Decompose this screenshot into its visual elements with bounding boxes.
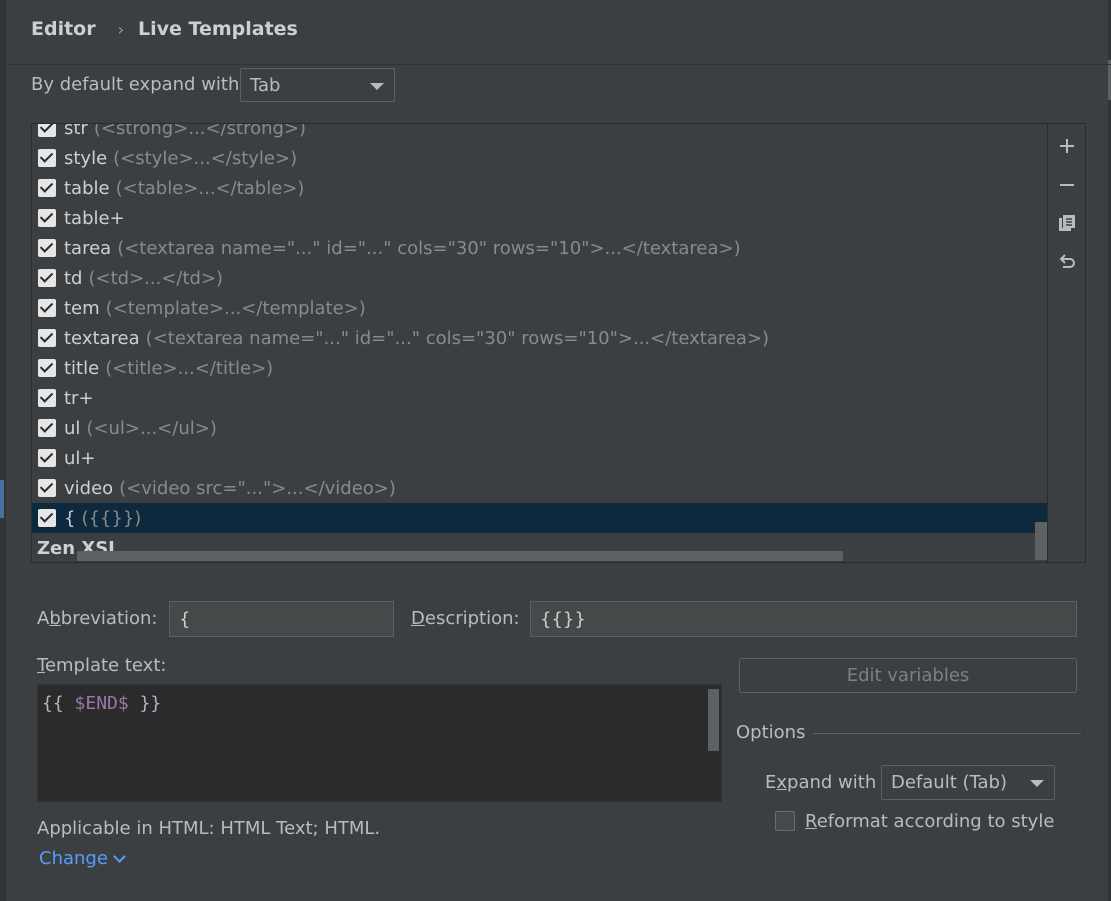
copy-button[interactable] [1048, 208, 1086, 238]
template-abbreviation: tr+ [64, 387, 94, 409]
abbreviation-input[interactable]: { [169, 601, 394, 637]
list-item[interactable]: ul+ [32, 443, 1047, 473]
reformat-checkbox[interactable] [775, 811, 795, 831]
list-item[interactable]: textarea (<textarea name="..." id="..." … [32, 323, 1047, 353]
restore-button[interactable] [1048, 247, 1086, 277]
template-abbreviation: video [64, 477, 114, 499]
breadcrumb: Editor › Live Templates [31, 18, 298, 40]
template-description: (<textarea name="..." id="..." cols="30"… [145, 327, 770, 349]
header-divider [0, 64, 1111, 65]
description-input[interactable]: {{}} [530, 601, 1077, 637]
template-description: (<table>...</table>) [115, 177, 305, 199]
breadcrumb-separator-icon: › [117, 19, 125, 39]
list-item[interactable]: style (<style>...</style>) [32, 143, 1047, 173]
dropdown-arrow-icon [1030, 780, 1044, 787]
undo-icon [1059, 254, 1075, 268]
template-abbreviation: style [64, 147, 108, 169]
enabled-checkbox[interactable] [38, 179, 56, 197]
template-description: (<template>...</template>) [105, 297, 366, 319]
template-list[interactable]: str (<strong>...</strong>) style (<style… [31, 123, 1048, 563]
abbreviation-label: Abbreviation: [37, 608, 158, 629]
minus-icon [1060, 184, 1074, 186]
template-description: ({{}}) [81, 507, 142, 529]
gutter-marker [0, 480, 4, 518]
list-item-selected[interactable]: { ({{}}) [32, 503, 1047, 533]
chevron-down-icon [113, 849, 126, 863]
plus-icon [1060, 139, 1074, 153]
list-item[interactable]: video (<video src="...">...</video>) [32, 473, 1047, 503]
breadcrumb-current: Live Templates [138, 18, 298, 40]
expand-with-label: Expand with [765, 772, 877, 793]
template-abbreviation: table [64, 177, 110, 199]
enabled-checkbox[interactable] [38, 269, 56, 287]
template-abbreviation: tarea [64, 237, 112, 259]
list-item[interactable]: tem (<template>...</template>) [32, 293, 1047, 323]
enabled-checkbox[interactable] [38, 149, 56, 167]
remove-button[interactable] [1048, 170, 1086, 200]
enabled-checkbox[interactable] [38, 509, 56, 527]
list-toolbar [1048, 123, 1086, 563]
template-abbreviation: tem [64, 297, 100, 319]
list-item[interactable]: ul (<ul>...</ul>) [32, 413, 1047, 443]
enabled-checkbox[interactable] [38, 389, 56, 407]
default-expand-value: Tab [250, 74, 281, 96]
enabled-checkbox[interactable] [38, 329, 56, 347]
template-description: (<strong>...</strong>) [93, 123, 307, 139]
template-text-label: Template text: [37, 655, 167, 676]
list-item[interactable]: str (<strong>...</strong>) [32, 123, 1047, 143]
enabled-checkbox[interactable] [38, 239, 56, 257]
applicable-contexts-text: Applicable in HTML: HTML Text; HTML. [37, 818, 381, 839]
vertical-scroll-thumb[interactable] [1035, 522, 1047, 560]
edit-variables-button[interactable]: Edit variables [739, 658, 1077, 693]
list-item[interactable]: tr+ [32, 383, 1047, 413]
list-item[interactable]: td (<td>...</td>) [32, 263, 1047, 293]
editor-scroll-thumb[interactable] [708, 689, 719, 751]
enabled-checkbox[interactable] [38, 419, 56, 437]
options-heading: Options [736, 722, 806, 743]
expand-with-value: Default (Tab) [891, 772, 1008, 793]
template-abbreviation: textarea [64, 327, 140, 349]
template-abbreviation: ul [64, 417, 81, 439]
dropdown-arrow-icon [370, 83, 384, 90]
left-gutter [0, 0, 6, 901]
template-description: (<td>...</td>) [88, 267, 224, 289]
change-contexts-link[interactable]: Change [39, 848, 126, 869]
enabled-checkbox[interactable] [38, 359, 56, 377]
enabled-checkbox[interactable] [38, 449, 56, 467]
breadcrumb-editor[interactable]: Editor [31, 18, 96, 40]
default-expand-label: By default expand with [31, 74, 240, 95]
template-abbreviation: table+ [64, 207, 125, 229]
copy-icon [1059, 215, 1075, 231]
reformat-label[interactable]: Reformat according to style [805, 811, 1054, 832]
template-description: (<title>...</title>) [105, 357, 274, 379]
template-abbreviation: td [64, 267, 83, 289]
template-text-editor[interactable]: {{ $END$ }} [37, 684, 722, 802]
template-abbreviation: title [64, 357, 100, 379]
template-description: (<textarea name="..." id="..." cols="30"… [117, 237, 741, 259]
options-divider [813, 733, 1081, 734]
template-abbreviation: { [64, 507, 76, 529]
description-label: Description: [411, 608, 520, 629]
list-item[interactable]: table+ [32, 203, 1047, 233]
template-abbreviation: str [64, 123, 88, 139]
horizontal-scroll-thumb[interactable] [77, 551, 843, 561]
template-description: (<style>...</style>) [113, 147, 298, 169]
enabled-checkbox[interactable] [38, 124, 56, 137]
list-item[interactable]: tarea (<textarea name="..." id="..." col… [32, 233, 1047, 263]
template-description: (<video src="...">...</video>) [119, 477, 396, 499]
template-abbreviation: ul+ [64, 447, 96, 469]
default-expand-select[interactable]: Tab [240, 68, 395, 102]
enabled-checkbox[interactable] [38, 209, 56, 227]
enabled-checkbox[interactable] [38, 479, 56, 497]
change-label: Change [39, 848, 108, 869]
list-item[interactable]: title (<title>...</title>) [32, 353, 1047, 383]
list-item[interactable]: table (<table>...</table>) [32, 173, 1047, 203]
template-description: (<ul>...</ul>) [86, 417, 217, 439]
expand-with-select[interactable]: Default (Tab) [881, 765, 1055, 800]
enabled-checkbox[interactable] [38, 299, 56, 317]
template-code: {{ $END$ }} [42, 693, 162, 714]
add-button[interactable] [1048, 131, 1086, 161]
